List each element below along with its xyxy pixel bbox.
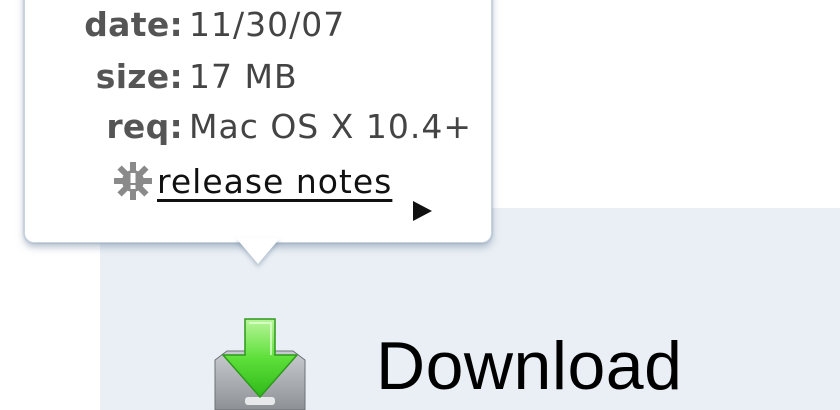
release-notes-row[interactable]: release notes xyxy=(109,158,392,204)
play-arrow-icon xyxy=(410,199,436,223)
popover-tail xyxy=(236,238,280,264)
size-value: 17 MB xyxy=(189,56,298,96)
download-label[interactable]: Download xyxy=(376,326,682,406)
size-row: size: 17 MB xyxy=(25,54,298,98)
date-key: date: xyxy=(84,4,183,44)
date-row: date: 11/30/07 xyxy=(25,2,345,46)
req-key: req: xyxy=(106,106,183,146)
date-value: 11/30/07 xyxy=(189,4,346,44)
req-row: req: Mac OS X 10.4+ xyxy=(25,104,472,148)
gear-icon xyxy=(109,158,157,204)
release-notes-link[interactable]: release notes xyxy=(157,162,392,201)
req-value: Mac OS X 10.4+ xyxy=(189,106,472,146)
page: Download date: 11/30/07 size: 17 MB req:… xyxy=(0,0,840,410)
size-key: size: xyxy=(95,56,183,96)
download-arrow-icon[interactable] xyxy=(205,315,315,410)
